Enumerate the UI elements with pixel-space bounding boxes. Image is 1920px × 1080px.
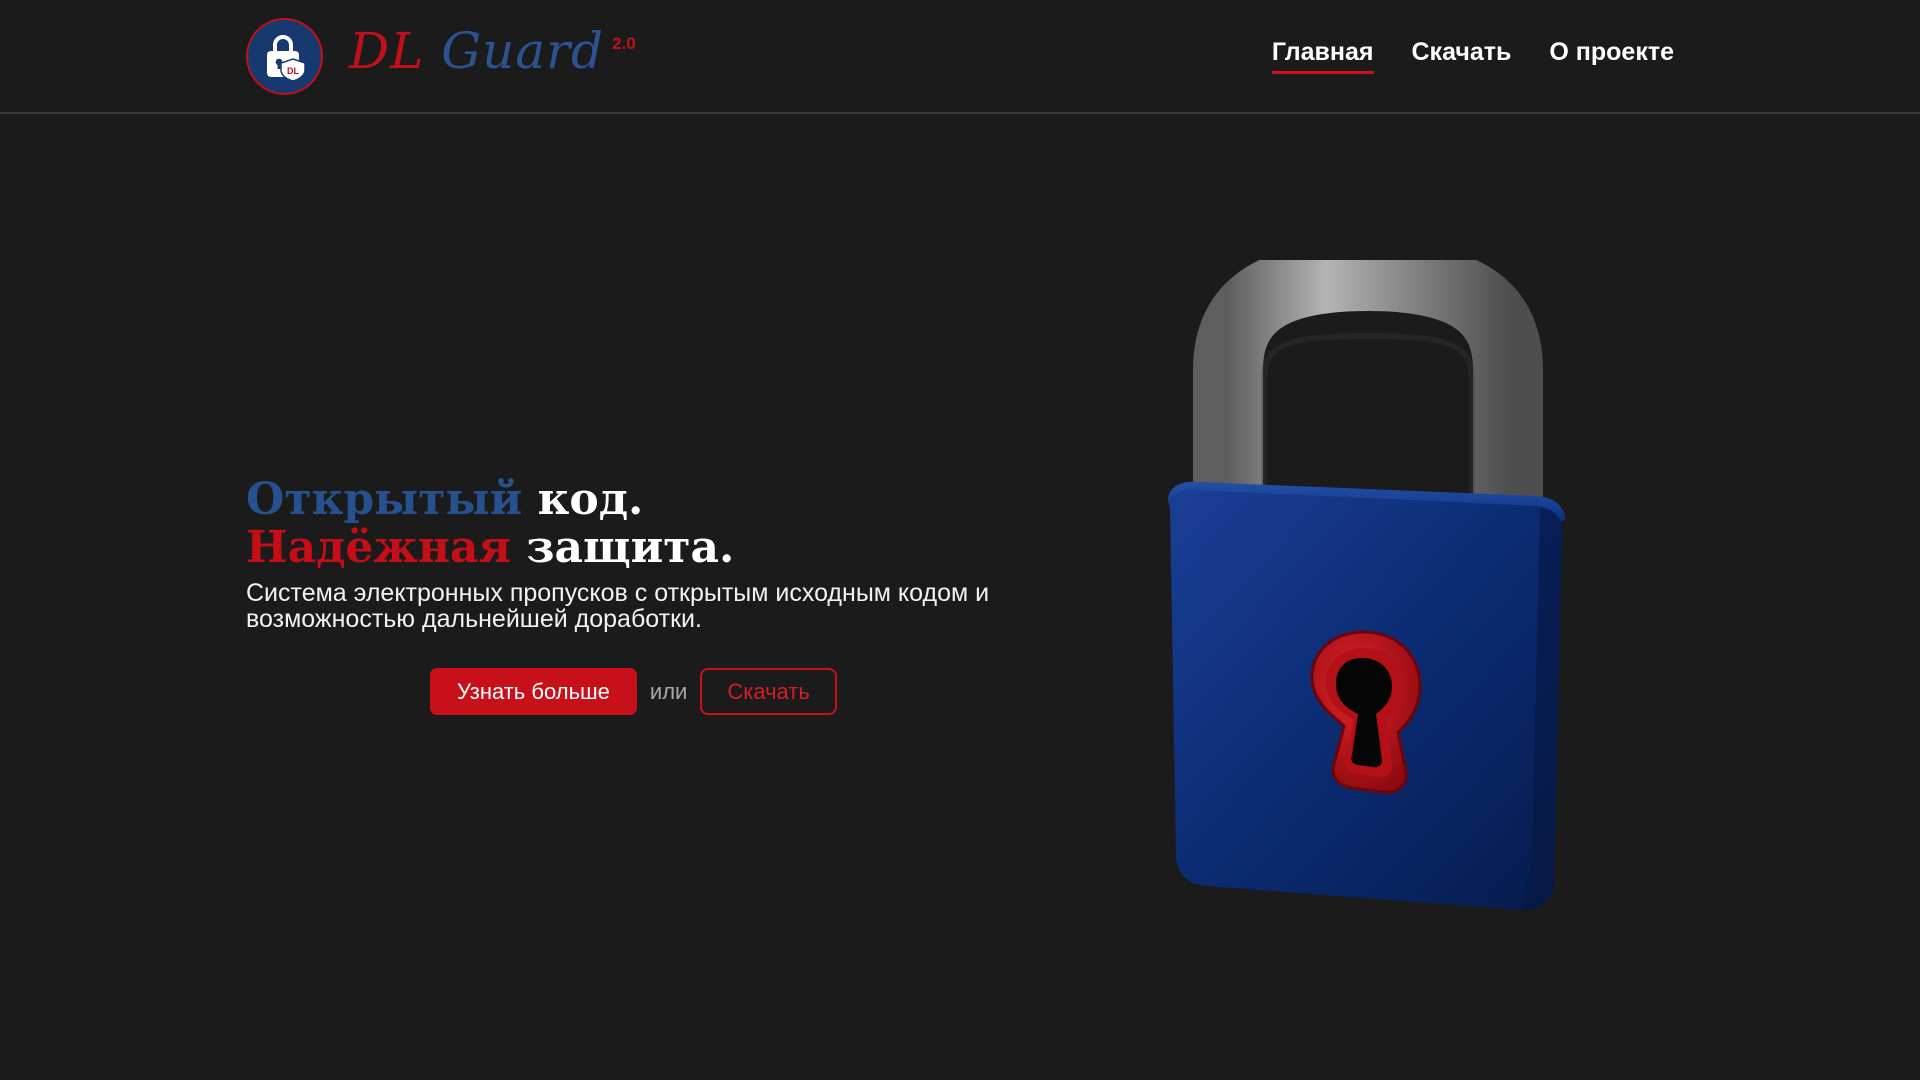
headline-protection: защита. [511,522,735,573]
lock-shield-icon: DL [246,18,323,95]
or-separator: или [649,678,688,704]
main-nav: Главная Скачать О проекте [1271,38,1674,74]
brand-part-guard: Guard [441,22,605,80]
padlock-icon [1140,240,1610,920]
nav-link-download[interactable]: Скачать [1412,38,1512,74]
svg-text:DL: DL [287,66,299,76]
nav-link-home[interactable]: Главная [1271,38,1374,74]
learn-more-button[interactable]: Узнать больше [430,668,637,715]
headline-accent-reliable: Надёжная [246,522,512,573]
brand-part-dl: DL [349,22,425,80]
headline-accent-open: Открытый [246,474,523,525]
site-header: DL DL Guard 2.0 Главная Скачать О проект… [0,0,1920,114]
hero-headline: Открытый код. Надёжная защита. [246,476,1026,572]
logo-link[interactable]: DL DL Guard 2.0 [246,18,636,95]
nav-link-about[interactable]: О проекте [1549,38,1674,74]
hero-description: Система электронных пропусков с открытым… [246,579,990,633]
brand-version: 2.0 [612,34,636,53]
brand-name: DL Guard [349,26,604,76]
cta-row: Узнать больше или Скачать [430,668,837,715]
download-button[interactable]: Скачать [700,668,837,715]
headline-code: код. [522,474,644,525]
hero-text: Открытый код. Надёжная защита. Система э… [246,476,1026,633]
